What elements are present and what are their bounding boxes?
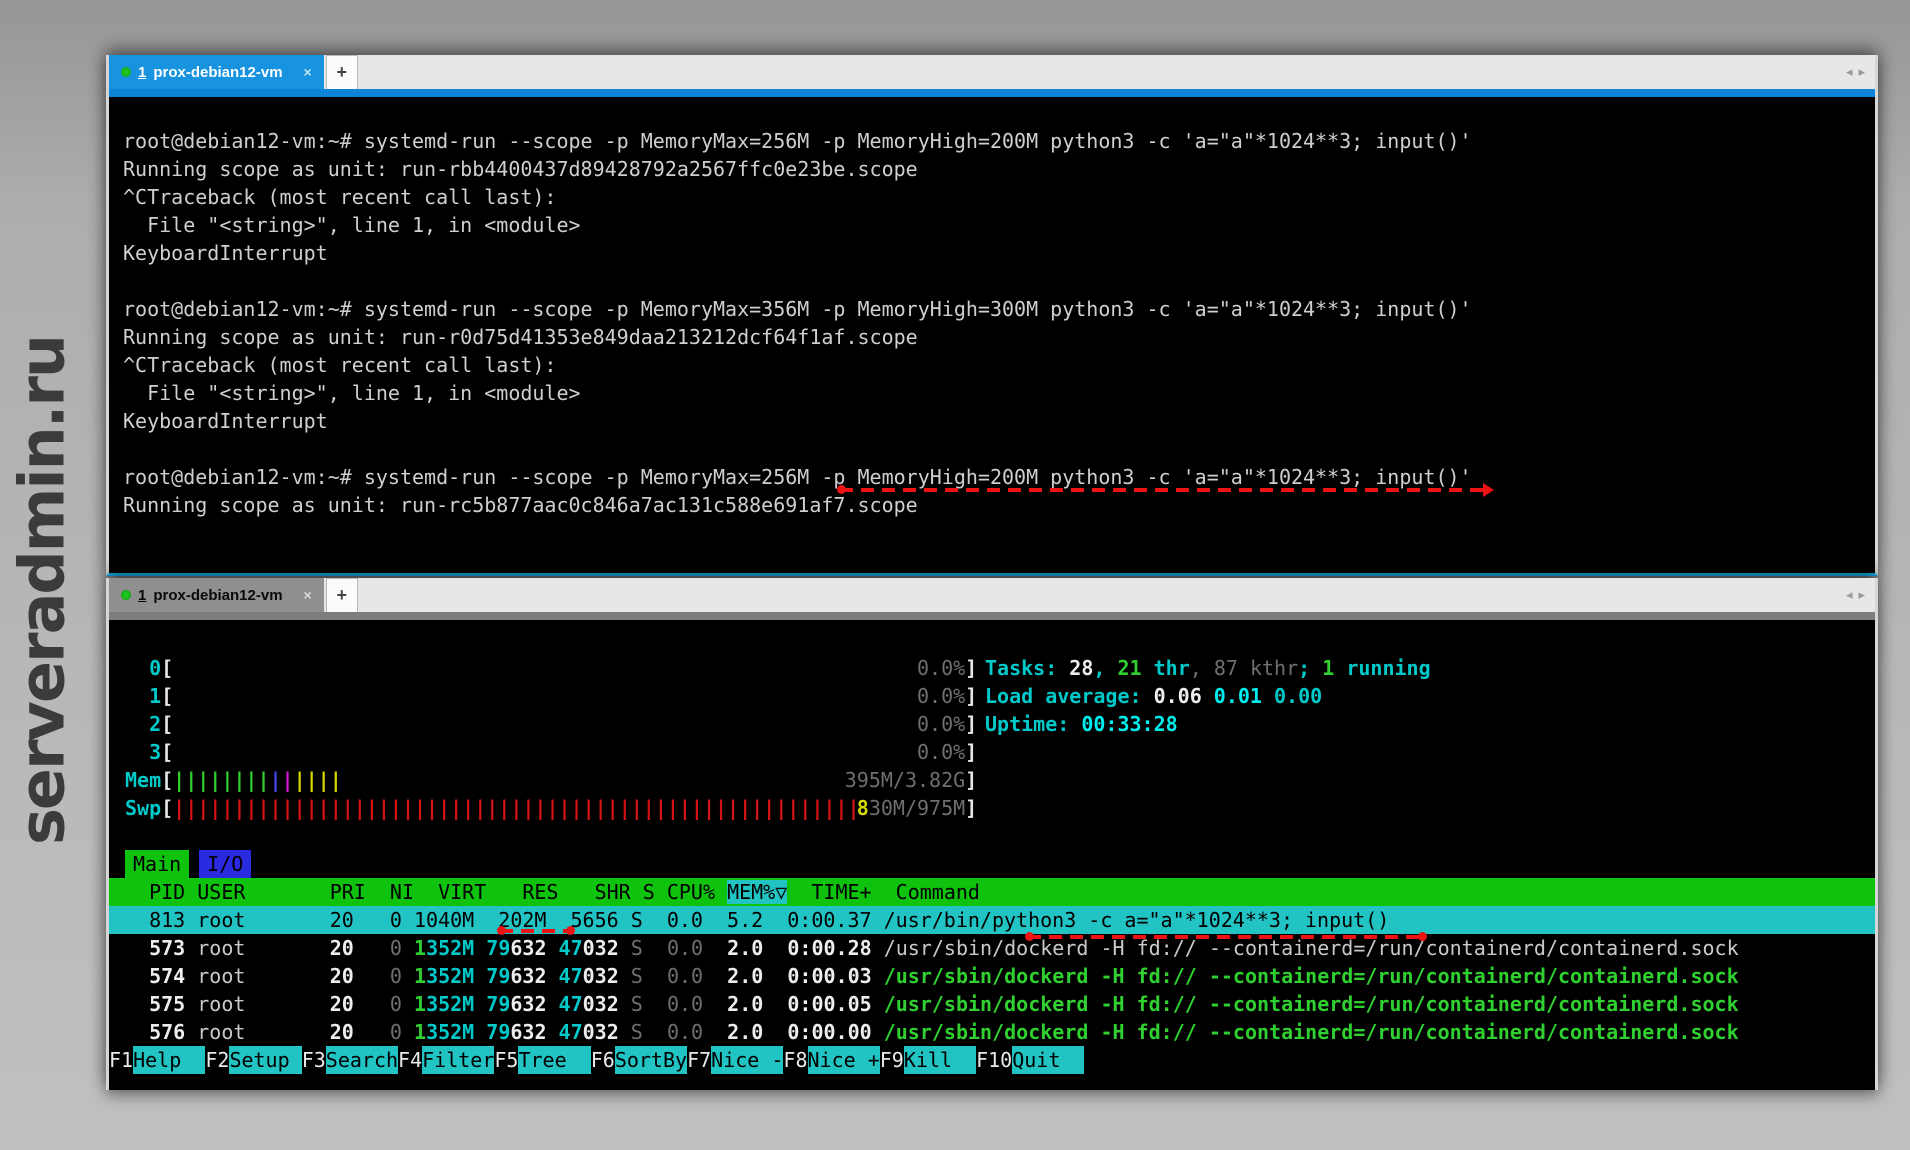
new-tab-button[interactable]: + bbox=[326, 578, 358, 612]
tab-bar: 1 prox-debian12-vm × + ◂ ▸ bbox=[109, 578, 1875, 612]
fkey-f10-quit[interactable]: F10Quit bbox=[976, 1046, 1084, 1074]
fkey-f4-filter[interactable]: F4Filter bbox=[398, 1046, 494, 1074]
terminal-line: ^CTraceback (most recent call last): bbox=[123, 351, 1875, 379]
fkey-f6-sortby[interactable]: F6SortBy bbox=[591, 1046, 687, 1074]
fkey-f7-nice-[interactable]: F7Nice - bbox=[687, 1046, 783, 1074]
terminal-line: root@debian12-vm:~# systemd-run --scope … bbox=[123, 295, 1875, 323]
terminal-screen[interactable]: root@debian12-vm:~# systemd-run --scope … bbox=[109, 97, 1875, 573]
tab-number: 1 bbox=[138, 64, 146, 81]
tab-prox-debian12-vm[interactable]: 1 prox-debian12-vm × bbox=[109, 578, 324, 612]
tab-scroll-left-icon[interactable]: ◂ bbox=[1846, 64, 1853, 80]
process-row-selected[interactable]: 813 root 20 0 1040M 202M 5656 S 0.0 5.2 … bbox=[109, 906, 1875, 934]
terminal-line bbox=[123, 435, 1875, 463]
process-table-header[interactable]: PID USER PRI NI VIRT RES SHR S CPU% MEM%… bbox=[109, 878, 1875, 906]
tab-title: prox-debian12-vm bbox=[153, 587, 282, 604]
tab-prox-debian12-vm[interactable]: 1 prox-debian12-vm × bbox=[109, 55, 324, 89]
htop-tab-i-o[interactable]: I/O bbox=[199, 850, 251, 878]
htop-summary-line: Uptime: 00:33:28 bbox=[985, 710, 1431, 738]
new-tab-button[interactable]: + bbox=[326, 55, 358, 89]
terminal-line: Running scope as unit: run-rc5b877aac0c8… bbox=[123, 491, 1875, 519]
process-table: 813 root 20 0 1040M 202M 5656 S 0.0 5.2 … bbox=[109, 906, 1875, 1046]
spacer-line bbox=[109, 822, 1875, 850]
fkey-f2-setup[interactable]: F2Setup bbox=[205, 1046, 301, 1074]
fkey-f5-tree[interactable]: F5Tree bbox=[494, 1046, 590, 1074]
annotation-underline-res-value bbox=[500, 929, 572, 933]
cpu-3-meter: 3[0.0%] bbox=[109, 738, 1875, 766]
terminal-window-shell: 1 prox-debian12-vm × + ◂ ▸ root@debian12… bbox=[106, 55, 1878, 576]
tab-bar: 1 prox-debian12-vm × + ◂ ▸ bbox=[109, 55, 1875, 89]
session-status-dot bbox=[121, 590, 131, 600]
terminal-output: root@debian12-vm:~# systemd-run --scope … bbox=[109, 97, 1875, 519]
terminal-line: KeyboardInterrupt bbox=[123, 239, 1875, 267]
tab-accent-strip bbox=[109, 89, 1875, 97]
tab-scroll-arrows: ◂ ▸ bbox=[1846, 578, 1865, 612]
terminal-line: Running scope as unit: run-r0d75d41353e8… bbox=[123, 323, 1875, 351]
process-row[interactable]: 573 root 20 0 1352M 79632 47032 S 0.0 2.… bbox=[109, 934, 1875, 962]
tab-number: 1 bbox=[138, 587, 146, 604]
session-status-dot bbox=[121, 67, 131, 77]
terminal-line bbox=[123, 267, 1875, 295]
process-row[interactable]: 575 root 20 0 1352M 79632 47032 S 0.0 2.… bbox=[109, 990, 1875, 1018]
annotation-underline-command bbox=[840, 488, 1490, 492]
htop-view-tabs: Main I/O bbox=[109, 850, 1875, 878]
terminal-line: File "<string>", line 1, in <module> bbox=[123, 211, 1875, 239]
tab-scroll-right-icon[interactable]: ▸ bbox=[1858, 64, 1865, 80]
terminal-window-htop: 1 prox-debian12-vm × + ◂ ▸ 0[0.0%] 1[0.0… bbox=[106, 578, 1878, 1090]
htop-summary: Tasks: 28, 21 thr, 87 kthr; 1 runningLoa… bbox=[985, 654, 1431, 738]
htop-screen[interactable]: 0[0.0%] 1[0.0%] 2[0.0%] 3[0.0%]Mem[|||||… bbox=[109, 620, 1875, 1090]
htop-summary-line: Load average: 0.06 0.01 0.00 bbox=[985, 682, 1431, 710]
htop-summary-line: Tasks: 28, 21 thr, 87 kthr; 1 running bbox=[985, 654, 1431, 682]
close-tab-icon[interactable]: × bbox=[304, 64, 312, 80]
terminal-line: File "<string>", line 1, in <module> bbox=[123, 379, 1875, 407]
terminal-line: root@debian12-vm:~# systemd-run --scope … bbox=[123, 463, 1875, 491]
htop-tab-main[interactable]: Main bbox=[125, 850, 189, 878]
fkey-f8-nice-[interactable]: F8Nice + bbox=[783, 1046, 879, 1074]
fkey-f9-kill[interactable]: F9Kill bbox=[880, 1046, 976, 1074]
close-tab-icon[interactable]: × bbox=[304, 587, 312, 603]
tab-accent-strip bbox=[109, 612, 1875, 620]
fkey-f3-search[interactable]: F3Search bbox=[302, 1046, 398, 1074]
tab-scroll-arrows: ◂ ▸ bbox=[1846, 55, 1865, 89]
swap-meter: Swp[||||||||||||||||||||||||||||||||||||… bbox=[109, 794, 1875, 822]
terminal-line: ^CTraceback (most recent call last): bbox=[123, 183, 1875, 211]
tab-title: prox-debian12-vm bbox=[153, 64, 282, 81]
watermark: serveradmin.ru bbox=[0, 292, 84, 888]
memory-meter: Mem[||||||||||||||395M/3.82G] bbox=[109, 766, 1875, 794]
tab-scroll-right-icon[interactable]: ▸ bbox=[1858, 587, 1865, 603]
terminal-line: Running scope as unit: run-rbb4400437d89… bbox=[123, 155, 1875, 183]
tab-scroll-left-icon[interactable]: ◂ bbox=[1846, 587, 1853, 603]
fkey-f1-help[interactable]: F1Help bbox=[109, 1046, 205, 1074]
annotation-underline-python-process bbox=[1028, 935, 1424, 939]
htop-panel: 0[0.0%] 1[0.0%] 2[0.0%] 3[0.0%]Mem[|||||… bbox=[109, 620, 1875, 1074]
process-row[interactable]: 574 root 20 0 1352M 79632 47032 S 0.0 2.… bbox=[109, 962, 1875, 990]
function-key-bar: F1Help F2Setup F3SearchF4FilterF5Tree F6… bbox=[109, 1046, 1875, 1074]
process-row[interactable]: 576 root 20 0 1352M 79632 47032 S 0.0 2.… bbox=[109, 1018, 1875, 1046]
terminal-line: KeyboardInterrupt bbox=[123, 407, 1875, 435]
desktop: serveradmin.ru 1 prox-debian12-vm × + ◂ … bbox=[0, 0, 1910, 1150]
terminal-line: root@debian12-vm:~# systemd-run --scope … bbox=[123, 127, 1875, 155]
